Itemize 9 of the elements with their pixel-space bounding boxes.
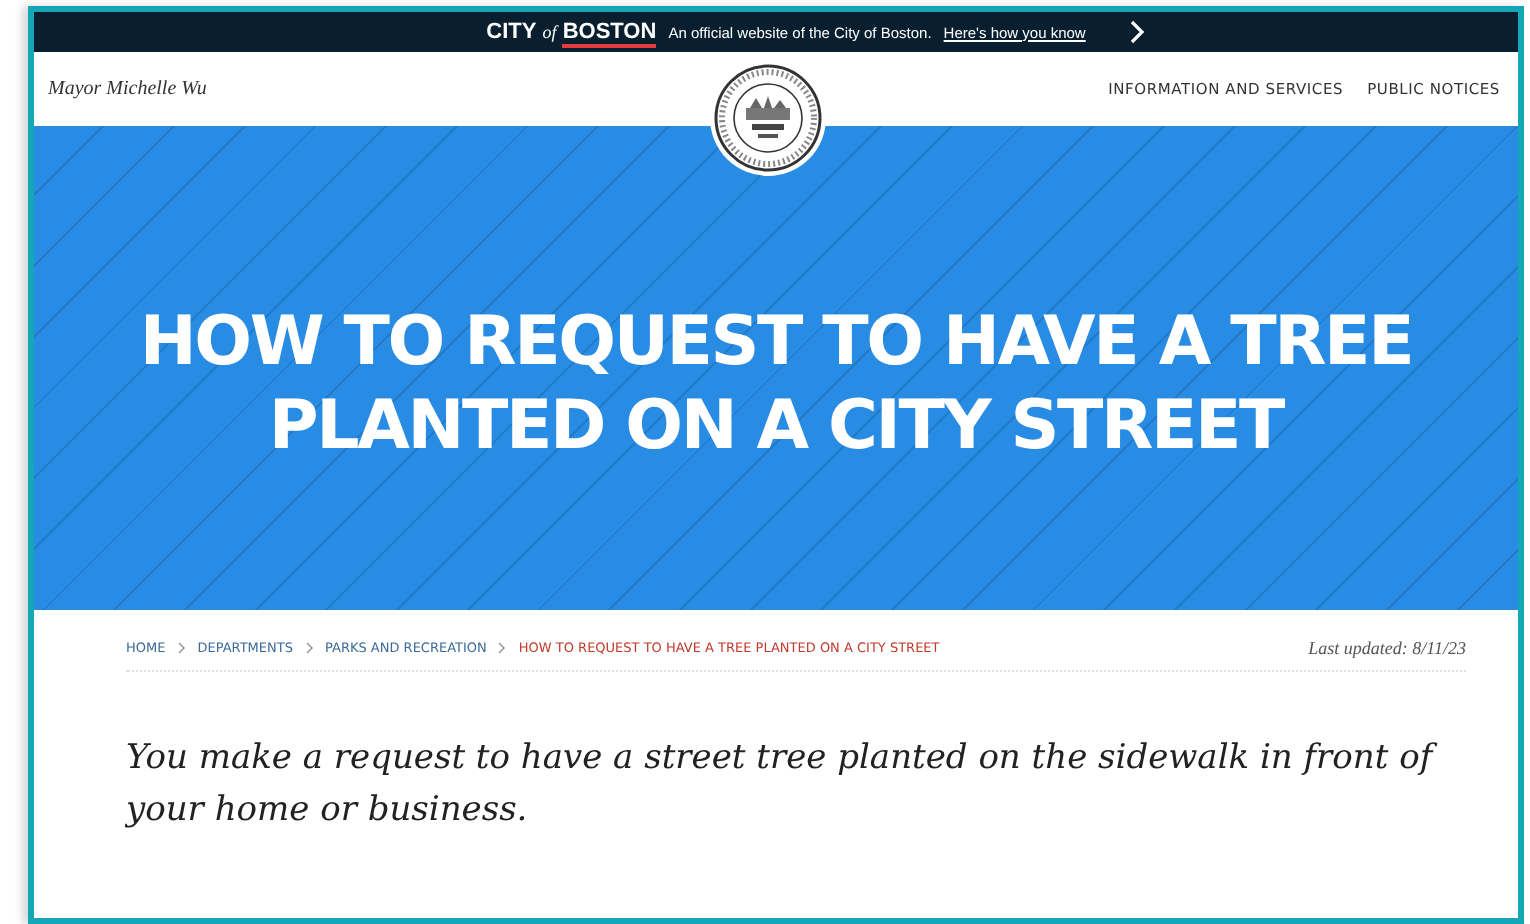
chevron-right-icon bbox=[177, 642, 186, 654]
chevron-right-icon bbox=[305, 642, 313, 654]
chevron-right-icon[interactable] bbox=[1129, 20, 1146, 44]
chevron-right-icon bbox=[498, 642, 507, 654]
intro-paragraph: You make a request to have a street tree planted on the sidewalk in front of your home or business. bbox=[126, 732, 1466, 836]
page-title: HOW TO REQUEST TO HAVE A TREE PLANTED ON A CITY STREET bbox=[137, 300, 1415, 468]
last-updated-date: Last updated: 8/11/23 bbox=[1308, 638, 1466, 658]
mayor-name: Mayor Michelle Wu bbox=[48, 78, 207, 100]
city-of-boston-logo: CITY of BOSTON bbox=[486, 20, 657, 44]
